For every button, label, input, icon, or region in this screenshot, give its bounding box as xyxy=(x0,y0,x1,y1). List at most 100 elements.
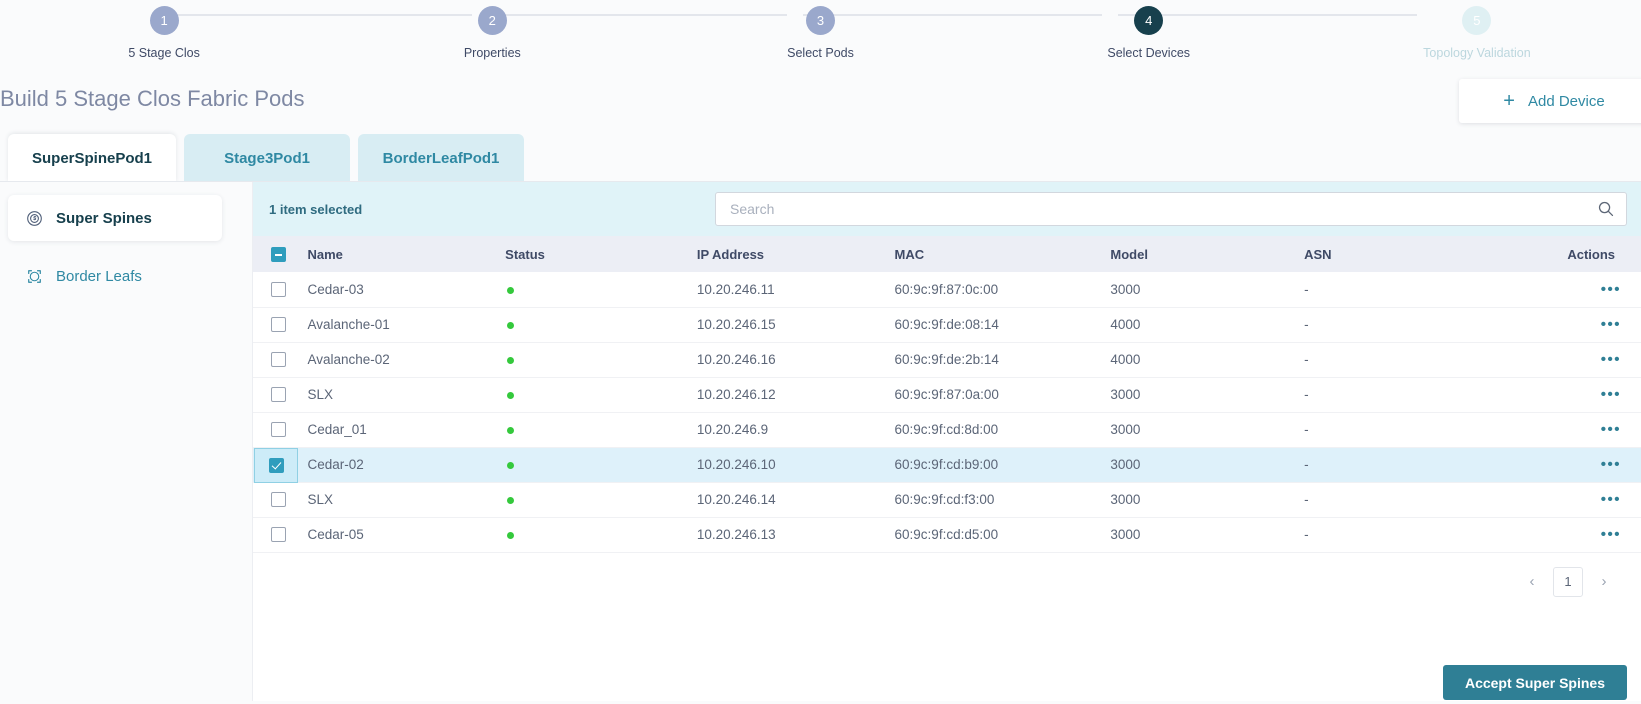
step-number: 5 xyxy=(1462,6,1492,35)
cell-status xyxy=(505,342,697,378)
cell-actions: ••• xyxy=(1519,517,1641,553)
border-leaf-icon xyxy=(26,268,43,285)
step-number: 4 xyxy=(1134,6,1164,35)
cell-actions: ••• xyxy=(1519,412,1641,448)
status-dot-up xyxy=(507,497,515,504)
table-row[interactable]: SLX 10.20.246.12 60:9c:9f:87:0a:00 3000 … xyxy=(253,377,1641,413)
column-header-model[interactable]: Model xyxy=(1110,236,1305,272)
tab-label: BorderLeafPod1 xyxy=(382,149,500,167)
cell-name: Cedar-05 xyxy=(307,517,506,553)
row-actions-menu-icon[interactable]: ••• xyxy=(1601,457,1621,472)
cell-actions: ••• xyxy=(1519,307,1641,343)
cell-model: 3000 xyxy=(1110,447,1305,483)
row-actions-menu-icon[interactable]: ••• xyxy=(1601,317,1621,332)
row-actions-menu-icon[interactable]: ••• xyxy=(1601,492,1621,507)
cell-model: 3000 xyxy=(1110,412,1305,448)
row-select-cell xyxy=(253,377,308,413)
cell-model: 3000 xyxy=(1110,377,1305,413)
table-row[interactable]: Cedar-05 10.20.246.13 60:9c:9f:cd:d5:00 … xyxy=(253,517,1641,553)
chevron-right-icon[interactable]: › xyxy=(1591,569,1617,595)
cell-model: 4000 xyxy=(1110,342,1305,378)
row-checkbox[interactable] xyxy=(271,387,286,403)
status-dot-up xyxy=(507,286,515,294)
wizard-page: 1 5 Stage Clos 2 Properties 3 Select Pod… xyxy=(0,0,1641,704)
table-row[interactable]: Avalanche-02 10.20.246.16 60:9c:9f:de:2b… xyxy=(253,342,1641,378)
search-input[interactable] xyxy=(715,192,1627,226)
selection-count: 1 item selected xyxy=(269,201,363,217)
tab-borderleafpod1[interactable]: BorderLeafPod1 xyxy=(358,134,525,182)
row-checkbox[interactable] xyxy=(271,282,286,298)
cell-model: 3000 xyxy=(1110,272,1305,308)
table-row[interactable]: Avalanche-01 10.20.246.15 60:9c:9f:de:08… xyxy=(253,307,1641,343)
plus-icon: + xyxy=(1503,90,1515,112)
page-header: Build 5 Stage Clos Fabric Pods + Add Dev… xyxy=(0,78,1641,130)
accept-super-spines-button[interactable]: Accept Super Spines xyxy=(1442,665,1627,700)
cell-name: Cedar-03 xyxy=(307,272,506,308)
row-actions-menu-icon[interactable]: ••• xyxy=(1601,352,1621,367)
cell-mac: 60:9c:9f:cd:f3:00 xyxy=(894,482,1111,518)
row-checkbox[interactable] xyxy=(271,492,286,508)
cell-status xyxy=(505,377,697,413)
row-actions-menu-icon[interactable]: ••• xyxy=(1601,282,1621,297)
column-header-ip[interactable]: IP Address xyxy=(696,236,895,272)
row-select-cell xyxy=(253,447,308,483)
row-actions-menu-icon[interactable]: ••• xyxy=(1601,387,1621,402)
cell-asn: - xyxy=(1304,517,1520,553)
tab-stage3pod1[interactable]: Stage3Pod1 xyxy=(184,134,351,182)
cell-status xyxy=(505,307,697,343)
cell-model: 3000 xyxy=(1110,517,1305,553)
add-device-label: Add Device xyxy=(1527,92,1605,110)
row-checkbox[interactable] xyxy=(271,352,286,368)
sidebar-item-super-spines[interactable]: Super Spines xyxy=(8,195,222,241)
cell-status xyxy=(505,447,697,483)
tab-label: SuperSpinePod1 xyxy=(32,149,153,167)
sidebar-item-label: Super Spines xyxy=(56,209,152,227)
row-checkbox[interactable] xyxy=(271,527,286,543)
row-actions-menu-icon[interactable]: ••• xyxy=(1601,422,1621,437)
page-title: Build 5 Stage Clos Fabric Pods xyxy=(0,86,305,111)
devices-table: Name Status IP Address MAC Model ASN Act… xyxy=(253,236,1641,553)
cell-ip: 10.20.246.15 xyxy=(696,307,895,343)
cell-ip: 10.20.246.9 xyxy=(696,412,895,448)
row-select-cell xyxy=(253,272,308,308)
select-all-checkbox[interactable] xyxy=(271,247,286,263)
sidebar-item-border-leafs[interactable]: Border Leafs xyxy=(8,253,222,299)
status-dot-up xyxy=(507,427,515,434)
table-row[interactable]: SLX 10.20.246.14 60:9c:9f:cd:f3:00 3000 … xyxy=(253,482,1641,518)
cell-mac: 60:9c:9f:87:0a:00 xyxy=(894,377,1111,413)
row-checkbox[interactable] xyxy=(271,422,286,438)
sidebar-item-label: Border Leafs xyxy=(56,267,142,285)
table-row[interactable]: Cedar_01 10.20.246.9 60:9c:9f:cd:8d:00 3… xyxy=(253,412,1641,448)
cell-actions: ••• xyxy=(1519,272,1641,308)
column-header-status[interactable]: Status xyxy=(505,236,697,272)
table-row[interactable]: Cedar-03 10.20.246.11 60:9c:9f:87:0c:00 … xyxy=(253,272,1641,308)
row-actions-menu-icon[interactable]: ••• xyxy=(1601,527,1621,542)
cell-mac: 60:9c:9f:cd:b9:00 xyxy=(894,447,1111,483)
step-label: Select Pods xyxy=(787,46,854,60)
cell-mac: 60:9c:9f:de:08:14 xyxy=(894,307,1111,343)
cell-asn: - xyxy=(1304,272,1520,308)
row-checkbox[interactable] xyxy=(271,317,286,333)
add-device-button[interactable]: + Add Device xyxy=(1459,79,1641,123)
row-select-cell xyxy=(253,517,308,553)
tab-superspinepod1[interactable]: SuperSpinePod1 xyxy=(8,134,177,182)
cell-ip: 10.20.246.12 xyxy=(696,377,895,413)
table-row-selected[interactable]: Cedar-02 10.20.246.10 60:9c:9f:cd:b9:00 … xyxy=(253,447,1641,483)
devices-panel: 1 item selected Search Name Status IP Ad… xyxy=(252,182,1641,701)
cell-mac: 60:9c:9f:de:2b:14 xyxy=(894,342,1111,378)
page-number-1[interactable]: 1 xyxy=(1553,566,1583,597)
chevron-left-icon[interactable]: ‹ xyxy=(1519,569,1545,595)
cell-status xyxy=(505,412,697,448)
step-label: Topology Validation xyxy=(1423,46,1531,60)
column-header-mac[interactable]: MAC xyxy=(894,236,1111,272)
row-select-cell xyxy=(253,342,308,378)
column-header-name[interactable]: Name xyxy=(307,236,506,272)
cell-name: SLX xyxy=(307,377,506,413)
status-dot-up xyxy=(507,357,515,364)
cell-asn: - xyxy=(1304,412,1520,448)
stepper-connector xyxy=(487,14,787,16)
column-header-asn[interactable]: ASN xyxy=(1304,236,1520,272)
cell-asn: - xyxy=(1304,377,1520,413)
body-area: Super Spines Border Leafs 1 item selecte… xyxy=(0,182,1641,701)
row-checkbox[interactable] xyxy=(268,457,284,473)
